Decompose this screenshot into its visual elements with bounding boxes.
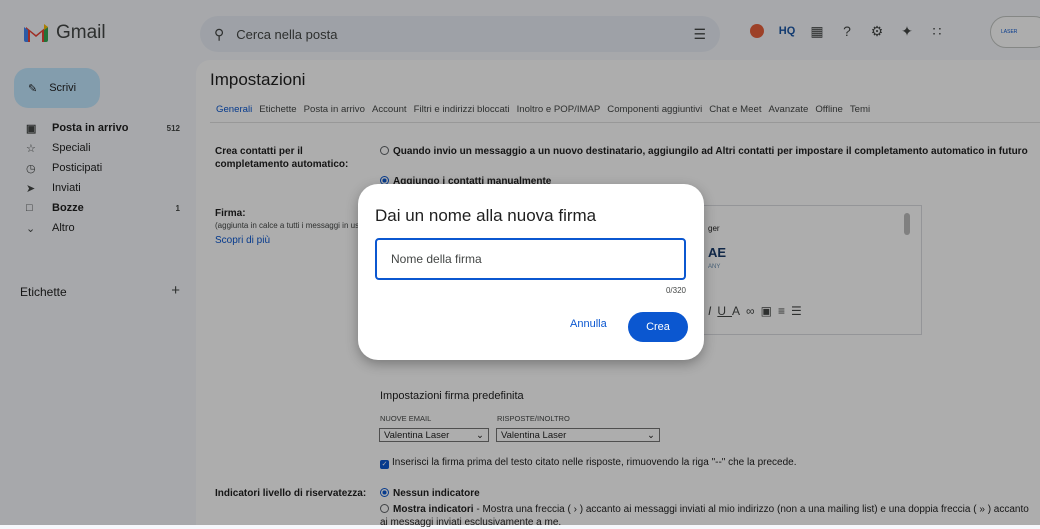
new-signature-dialog: Dai un nome alla nuova firma Nome della … (358, 184, 704, 360)
signature-name-input[interactable]: Nome della firma (375, 238, 686, 280)
character-counter: 0/320 (665, 286, 686, 295)
dialog-title: Dai un nome alla nuova firma (375, 206, 597, 225)
cancel-button[interactable]: Annulla (570, 318, 607, 330)
create-button[interactable]: Crea (628, 312, 688, 342)
